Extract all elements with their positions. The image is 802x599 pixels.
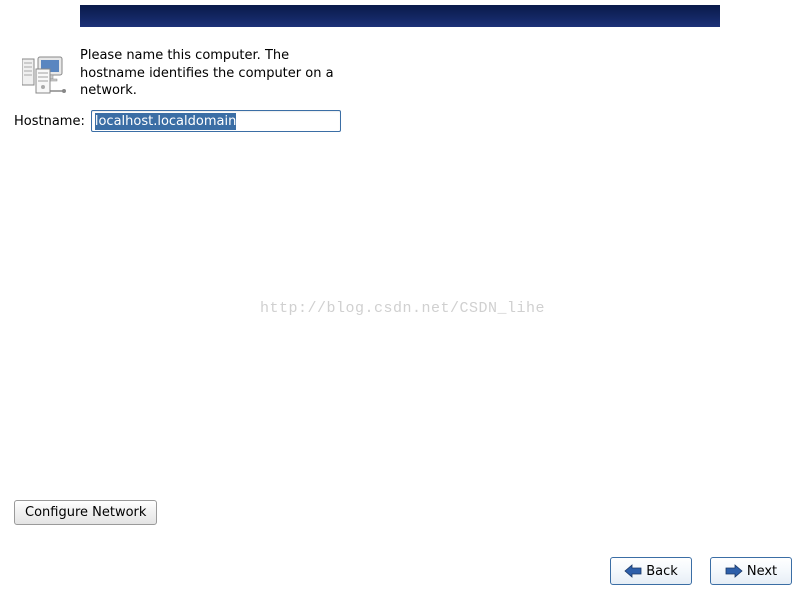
computer-network-icon — [22, 55, 70, 97]
back-button-label: Back — [646, 564, 678, 579]
header-banner — [80, 5, 720, 27]
hostname-value-selected: localhost.localdomain — [95, 113, 236, 130]
arrow-right-icon — [725, 564, 743, 578]
hostname-label: Hostname: — [14, 114, 85, 129]
next-button[interactable]: Next — [710, 557, 792, 585]
arrow-left-icon — [624, 564, 642, 578]
configure-network-button[interactable]: Configure Network — [14, 500, 157, 525]
description-row: Please name this computer. The hostname … — [22, 47, 340, 100]
hostname-field-row: Hostname: localhost.localdomain — [14, 110, 341, 132]
hostname-input[interactable]: localhost.localdomain — [91, 110, 341, 132]
back-button[interactable]: Back — [610, 557, 692, 585]
navigation-buttons: Back Next — [610, 557, 792, 585]
watermark-text: http://blog.csdn.net/CSDN_lihe — [260, 300, 545, 317]
next-button-label: Next — [747, 564, 777, 579]
hostname-description: Please name this computer. The hostname … — [80, 47, 340, 100]
